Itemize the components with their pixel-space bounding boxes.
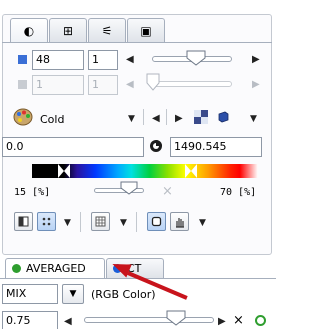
colorbar-upper-marker[interactable] [185, 164, 197, 178]
display-mode-button[interactable] [14, 212, 33, 231]
plane-color-icon [18, 55, 27, 64]
threshold-slider-thumb[interactable] [120, 181, 138, 195]
colormap-name[interactable]: Cold [40, 113, 64, 126]
threshold-clear-icon[interactable]: × [162, 184, 173, 199]
separator [166, 109, 167, 125]
checker-icon[interactable] [194, 110, 208, 124]
separator [143, 109, 144, 125]
tab-contrast[interactable]: ◐ [10, 18, 48, 43]
save-icon: ▣ [140, 23, 152, 38]
slice2-start-field: 1 [32, 75, 84, 95]
grid-overlay-button[interactable] [91, 212, 110, 231]
hand-dropdown-icon[interactable]: ▼ [199, 218, 206, 228]
tab-averaged[interactable]: AVERAGED [5, 258, 105, 278]
separator [80, 212, 81, 232]
chevron-down-icon: ▼ [69, 289, 77, 299]
range-max-field[interactable]: 1490.545 [170, 137, 262, 157]
tab-save[interactable]: ▣ [127, 18, 165, 42]
slice2-prev-icon: ◀ [126, 79, 134, 90]
alpha-reset-icon[interactable]: × [233, 313, 244, 328]
slice2-slider [152, 81, 232, 87]
plane2-color-icon [18, 80, 27, 89]
dots-grid-icon [42, 217, 51, 226]
slice-step-field[interactable]: 1 [88, 50, 118, 70]
hand-icon [176, 217, 184, 228]
contour-icon [151, 216, 162, 227]
alpha-next-icon[interactable]: ▶ [218, 317, 226, 327]
palette-icon[interactable] [13, 108, 33, 126]
alpha-slider[interactable] [84, 317, 214, 323]
grid-overlay-icon [95, 216, 106, 227]
tab-strip-divider [2, 42, 272, 43]
slice-next-icon[interactable]: ▶ [252, 55, 260, 65]
series-dot-icon [12, 264, 21, 273]
overlay-status-icon[interactable] [255, 315, 266, 326]
tab-adjust[interactable]: ⚟ [88, 18, 126, 42]
alpha-prev-icon[interactable]: ◀ [64, 317, 72, 327]
fusion-mode-description: (RGB Color) [91, 288, 156, 301]
sliders-icon: ⚟ [101, 23, 113, 38]
lower-threshold-label: 15 [%] [14, 187, 51, 198]
cube-icon[interactable] [217, 111, 229, 123]
options-dropdown-icon[interactable]: ▼ [250, 114, 257, 124]
slice-slider-thumb[interactable] [186, 50, 206, 66]
upper-threshold-label: 70 [%] [220, 187, 257, 198]
separator [136, 212, 137, 232]
slice2-step-field: 1 [88, 75, 118, 95]
contour-button[interactable] [147, 212, 166, 231]
half-frame-icon [18, 216, 29, 227]
fusion-mode-select[interactable]: MIX [2, 284, 58, 304]
grid-icon: ⊞ [62, 23, 74, 38]
slice2-next-icon: ▶ [252, 79, 260, 90]
fusion-mode-dropdown[interactable]: ▼ [62, 284, 84, 304]
range-min-field[interactable]: 0.0 [2, 137, 144, 157]
slice2-slider-thumb [146, 73, 160, 91]
colormap-next-icon[interactable]: ▶ [175, 114, 183, 124]
colorbar-lower-marker[interactable] [58, 164, 70, 178]
image-control-panel: ◐ ⊞ ⚟ ▣ 48 1 ◀ ▶ 1 1 ◀ ▶ Cold ▼ ◀ ▶ ▼ 0.… [0, 0, 276, 255]
alpha-slider-thumb[interactable] [166, 310, 186, 326]
hand-tool-button[interactable] [170, 212, 189, 231]
colormap-prev-icon[interactable]: ◀ [152, 114, 160, 124]
tab-layout[interactable]: ⊞ [49, 18, 87, 42]
grid-dropdown-icon[interactable]: ▼ [120, 218, 127, 228]
colormap-dropdown-icon[interactable]: ▼ [128, 114, 135, 124]
lock-icon[interactable] [149, 137, 165, 155]
fusion-alpha-field[interactable]: 0.75 [2, 311, 58, 329]
contrast-icon: ◐ [23, 24, 35, 38]
dots-grid-dropdown-icon[interactable]: ▼ [64, 218, 71, 228]
dots-grid-button[interactable] [37, 212, 56, 231]
tab-averaged-label: AVERAGED [26, 262, 86, 275]
slice-prev-icon[interactable]: ◀ [126, 55, 134, 65]
slice-start-field[interactable]: 48 [32, 50, 84, 70]
